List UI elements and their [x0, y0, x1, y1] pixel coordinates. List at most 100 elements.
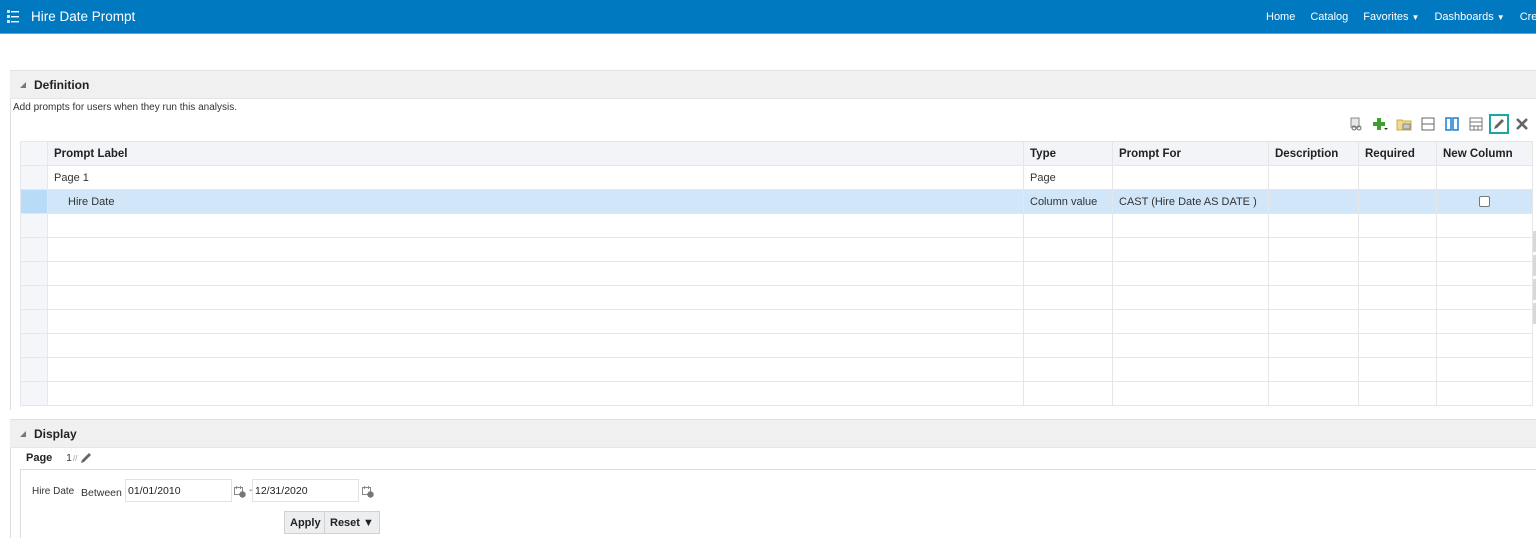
prompt-preview-panel	[20, 469, 1536, 538]
empty-cell	[1112, 213, 1269, 238]
empty-cell	[1436, 213, 1533, 238]
definition-header[interactable]: Definition	[10, 70, 1536, 99]
new-column-checkbox[interactable]	[1479, 196, 1490, 208]
table-row-empty	[20, 381, 1533, 406]
column-header-type[interactable]: Type	[1023, 141, 1113, 166]
add-prompt-button[interactable]	[1369, 114, 1391, 134]
page-number: 1	[66, 452, 72, 464]
prompt-label: Hire Date	[32, 486, 75, 497]
nav-favorites-label: Favorites	[1363, 11, 1409, 23]
table-row-empty	[20, 309, 1533, 334]
edit-button[interactable]	[1489, 114, 1509, 134]
table-row-empty	[20, 261, 1533, 286]
empty-cell	[1268, 333, 1359, 358]
to-date-input[interactable]	[252, 479, 359, 502]
empty-cell	[1023, 333, 1113, 358]
empty-cell	[1436, 309, 1533, 334]
cell-new-column	[1436, 189, 1533, 214]
reset-button[interactable]: Reset ▼	[324, 511, 380, 534]
row-gutter[interactable]	[20, 165, 48, 190]
empty-cell	[1358, 285, 1437, 310]
empty-cell	[1112, 357, 1269, 382]
definition-toolbar	[1345, 113, 1535, 135]
nav-dashboards[interactable]: Dashboards ▼	[1434, 11, 1504, 23]
empty-cell	[1268, 285, 1359, 310]
prompts-table: Prompt Label Type Prompt For Description…	[20, 141, 1533, 406]
empty-cell	[1268, 261, 1359, 286]
resize-grip-icon: //	[72, 453, 78, 463]
empty-cell	[1358, 213, 1437, 238]
empty-cell	[1436, 381, 1533, 406]
edit-icon	[1494, 119, 1504, 129]
row-gutter	[20, 309, 48, 334]
top-bar: Hire Date Prompt Home Catalog Favorites ▼…	[0, 0, 1536, 34]
empty-cell	[1268, 237, 1359, 262]
empty-cell	[1358, 309, 1437, 334]
empty-cell	[1358, 333, 1437, 358]
prompt-list-icon	[7, 10, 19, 23]
chevron-down-icon: ▼	[1496, 13, 1505, 22]
operator-label: Between	[81, 487, 122, 499]
nav-create[interactable]: Crea	[1520, 11, 1536, 23]
row-gutter	[20, 237, 48, 262]
empty-cell	[1436, 261, 1533, 286]
table-row-empty	[20, 285, 1533, 310]
empty-cell	[47, 333, 1024, 358]
display-header[interactable]: Display	[10, 419, 1536, 448]
empty-cell	[1358, 381, 1437, 406]
display-title: Display	[34, 427, 77, 441]
column-header-new-column[interactable]: New Column	[1436, 141, 1533, 166]
preview-button[interactable]	[1345, 114, 1367, 134]
empty-cell	[47, 285, 1024, 310]
empty-cell	[1268, 381, 1359, 406]
row-gutter	[20, 333, 48, 358]
cell-prompt-for: CAST (Hire Date AS DATE )	[1112, 189, 1269, 214]
column-header-prompt-label[interactable]: Prompt Label	[47, 141, 1024, 166]
table-row[interactable]: Hire Date Column value CAST (Hire Date A…	[20, 189, 1533, 214]
add-row-icon	[1421, 117, 1435, 131]
column-header-description[interactable]: Description	[1268, 141, 1359, 166]
column-header-required[interactable]: Required	[1358, 141, 1437, 166]
empty-cell	[1112, 237, 1269, 262]
empty-cell	[47, 213, 1024, 238]
cell-prompt-label: Hire Date	[47, 189, 1024, 214]
page-title: Hire Date Prompt	[31, 9, 136, 24]
table-header-row: Prompt Label Type Prompt For Description…	[20, 141, 1533, 166]
empty-cell	[1112, 309, 1269, 334]
new-page-button[interactable]	[1465, 114, 1487, 134]
page-tab[interactable]: Page 1 //	[26, 451, 93, 465]
cell-required	[1358, 165, 1437, 190]
table-row-empty	[20, 213, 1533, 238]
empty-cell	[1112, 285, 1269, 310]
empty-cell	[1023, 309, 1113, 334]
cell-prompt-for	[1112, 165, 1269, 190]
collapse-triangle-icon[interactable]	[20, 431, 26, 437]
add-column-button[interactable]	[1441, 114, 1463, 134]
row-gutter	[20, 213, 48, 238]
row-gutter	[20, 285, 48, 310]
folder-button[interactable]	[1393, 114, 1415, 134]
nav-catalog[interactable]: Catalog	[1310, 11, 1348, 23]
delete-button[interactable]	[1511, 114, 1533, 134]
table-row[interactable]: Page 1 Page	[20, 165, 1533, 190]
add-row-button[interactable]	[1417, 114, 1439, 134]
calendar-icon[interactable]	[362, 486, 374, 498]
apply-button[interactable]: Apply	[284, 511, 327, 534]
nav-home[interactable]: Home	[1266, 11, 1295, 23]
empty-cell	[47, 357, 1024, 382]
table-row-empty	[20, 237, 1533, 262]
calendar-icon[interactable]	[234, 486, 246, 498]
table-row-empty	[20, 333, 1533, 358]
edit-page-icon[interactable]	[79, 451, 93, 465]
cell-type: Page	[1023, 165, 1113, 190]
table-row-empty	[20, 357, 1533, 382]
row-gutter	[20, 261, 48, 286]
row-gutter[interactable]	[20, 189, 48, 214]
nav-favorites[interactable]: Favorites ▼	[1363, 11, 1419, 23]
from-date-input[interactable]	[125, 479, 232, 502]
column-header-prompt-for[interactable]: Prompt For	[1112, 141, 1269, 166]
row-gutter-header	[20, 141, 48, 166]
collapse-triangle-icon[interactable]	[20, 82, 26, 88]
empty-cell	[1023, 285, 1113, 310]
empty-cell	[1358, 357, 1437, 382]
